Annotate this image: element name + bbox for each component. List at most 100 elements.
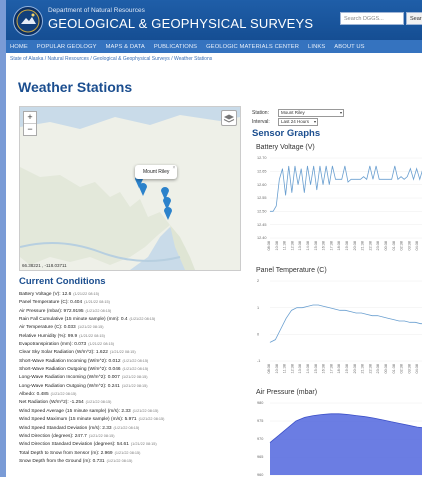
condition-label: Relative Humidity (%): (19, 333, 67, 339)
x-tick-label: 23:38 (376, 364, 380, 374)
x-tick-label: 12:38 (290, 241, 294, 251)
condition-timestamp: (1/21/22 08:15) (129, 317, 156, 322)
search-input[interactable]: Search DGGS... (340, 12, 404, 25)
search-button[interactable]: Sear (406, 12, 422, 25)
condition-label: Battery Voltage (V): (19, 292, 61, 297)
condition-value: 2.33 (102, 425, 112, 431)
interval-label: Interval: (252, 118, 270, 125)
station-select-value: Mount Riley (281, 109, 305, 115)
condition-value: 0.241 (107, 383, 120, 389)
condition-timestamp: (1/21/22 08:15) (79, 333, 105, 338)
condition-label: Wind Speed Average (15 minute sample) (m… (19, 408, 120, 414)
station-map[interactable]: + − Mount Riley × 66.38221 , -118.03711 (19, 106, 241, 271)
series-line (269, 304, 422, 343)
x-tick-label: 14:38 (306, 364, 310, 374)
condition-row: Evapotranspiration (mm): 0.073 (1/21/22 0… (19, 340, 244, 348)
nav-item[interactable]: ABOUT US (334, 44, 364, 50)
breadcrumb[interactable]: State of Alaska / Natural Resources / Ge… (6, 53, 422, 65)
condition-value: 99.9 (67, 333, 78, 339)
chevron-down-icon: ▾ (313, 118, 316, 124)
station-marker-5[interactable] (164, 207, 172, 220)
x-tick-label: 01:38 (392, 241, 396, 251)
station-marker-2[interactable] (139, 183, 147, 196)
condition-row: Long-Wave Radiation Outgoing (W/m^2): 0.… (19, 382, 244, 390)
condition-label: Evapotranspiration (mm): (19, 342, 73, 348)
nav-item[interactable]: GEOLOGIC MATERIALS CENTER (206, 44, 299, 50)
condition-row: Short-Wave Radiation Incoming (W/m^2): 0… (19, 357, 244, 365)
battery-voltage-chart[interactable]: 12.70 12.65 12.60 12.55 12.50 12.45 12.4008:38… (256, 154, 422, 258)
station-markers (135, 175, 172, 220)
station-popup[interactable]: Mount Riley × (135, 165, 178, 179)
station-label: Station: (252, 109, 269, 116)
series-line (270, 165, 422, 212)
y-tick-label: 12.60 (257, 183, 267, 187)
condition-row: Panel Temperature (C): 0.404 (1/21/22 08:… (19, 298, 244, 306)
condition-value: 54.61 (116, 442, 129, 448)
state-seal-logo[interactable] (13, 6, 43, 36)
condition-timestamp: (1/21/22 08:15) (109, 350, 136, 355)
site-title[interactable]: GEOLOGICAL & GEOPHYSICAL SURVEYS (48, 16, 313, 31)
panel-temperature-chart[interactable]: 2 1 0 -1 08:38 10:38 11:38 12:38 13:38 14:38 15:38… (256, 277, 422, 381)
x-tick-label: 11:38 (283, 241, 287, 250)
x-tick-label: 03:38 (407, 241, 411, 251)
condition-row: Wind Direction (degrees): 247.7 (1/21/22 … (19, 432, 244, 440)
x-tick-label: 22:38 (368, 241, 372, 251)
condition-value: 247.7 (74, 433, 87, 439)
y-tick-label: 970 (257, 437, 263, 441)
x-tick-label: 13:38 (298, 241, 302, 251)
condition-value: 1.622 (95, 350, 108, 356)
y-tick-label: -1 (257, 359, 260, 363)
condition-timestamp: (1/21/22 08:15) (85, 400, 112, 405)
y-tick-label: 12.45 (257, 223, 267, 227)
condition-label: Wind Direction (degrees): (19, 433, 74, 439)
condition-timestamp: (1/21/22 08:15) (122, 358, 149, 363)
close-icon[interactable]: × (172, 165, 175, 171)
nav-item[interactable]: PUBLICATIONS (154, 44, 197, 50)
nav-item[interactable]: POPULAR GEOLOGY (37, 44, 97, 50)
popup-station-name: Mount Riley (143, 169, 170, 175)
condition-timestamp: (1/21/22 08:15) (113, 425, 140, 430)
x-tick-label: 03:38 (407, 364, 411, 374)
graph-title-battery: Battery Voltage (V) (256, 144, 315, 151)
condition-row: Air Temperature (C): 0.033 (1/21/22 08:15… (19, 323, 244, 331)
y-tick-label: 12.50 (257, 210, 267, 214)
y-tick-label: 975 (257, 419, 263, 423)
condition-row: Relative Humidity (%): 99.9 (1/21/22 08:1… (19, 332, 244, 340)
x-tick-label: 16:38 (322, 364, 326, 374)
x-tick-label: 08:38 (267, 241, 271, 251)
condition-row: Rain Fall Cumulative (15 minute sample) … (19, 315, 244, 323)
x-tick-label: 16:38 (322, 241, 326, 251)
nav-item[interactable]: MAPS & DATA (106, 44, 145, 50)
y-tick-label: 980 (257, 401, 263, 405)
condition-timestamp: (1/21/22 08:15) (50, 392, 77, 397)
air-pressure-chart[interactable]: 980 975 970 965 960 (256, 399, 422, 477)
condition-row: Snow Depth from the Ground (m): 0.731 (1/… (19, 457, 244, 465)
site-header: Department of Natural Resources GEOLOGIC… (6, 0, 422, 40)
x-tick-label: 08:38 (267, 364, 271, 374)
graph-title-panel-temp: Panel Temperature (C) (256, 267, 327, 274)
y-tick-label: 12.40 (257, 236, 267, 240)
condition-label: Short-Wave Radiation Outgoing (W/m^2): (19, 367, 108, 373)
interval-select[interactable]: Last 24 Hours ▾ (278, 117, 318, 126)
condition-label: Short-Wave Radiation Incoming (W/m^2): (19, 358, 108, 364)
x-tick-label: 10:38 (275, 364, 279, 374)
condition-row: Air Pressure (mbar): 972.9195 (1/21/22 08… (19, 307, 244, 315)
page-title: Weather Stations (18, 79, 133, 95)
nav-item[interactable]: LINKS (308, 44, 325, 50)
condition-timestamp: (1/21/22 08:15) (85, 308, 112, 313)
y-tick-label: 2 (257, 279, 259, 283)
x-tick-label: 01:38 (392, 364, 396, 374)
condition-label: Clear Sky Solar Radiation (W/m^2): (19, 350, 95, 356)
x-tick-label: 21:38 (361, 364, 365, 374)
current-conditions-title: Current Conditions (19, 276, 106, 287)
nav-item[interactable]: HOME (10, 44, 28, 50)
condition-timestamp: (1/21/22 08:15) (132, 408, 159, 413)
station-select[interactable]: Mount Riley ▾ (278, 108, 344, 117)
condition-timestamp: (1/21/22 08:15) (84, 300, 110, 305)
x-tick-label: 21:38 (361, 241, 365, 251)
condition-row: Total Depth to Snow from Sensor (m): 2.9… (19, 449, 244, 457)
x-tick-label: 17:38 (329, 241, 333, 251)
condition-row: Wind Speed Average (15 minute sample) (m… (19, 407, 244, 415)
current-conditions-list: Battery Voltage (V): 12.6 (1/21/22 08:15)… (19, 290, 244, 465)
condition-value: 0.731 (92, 458, 105, 464)
